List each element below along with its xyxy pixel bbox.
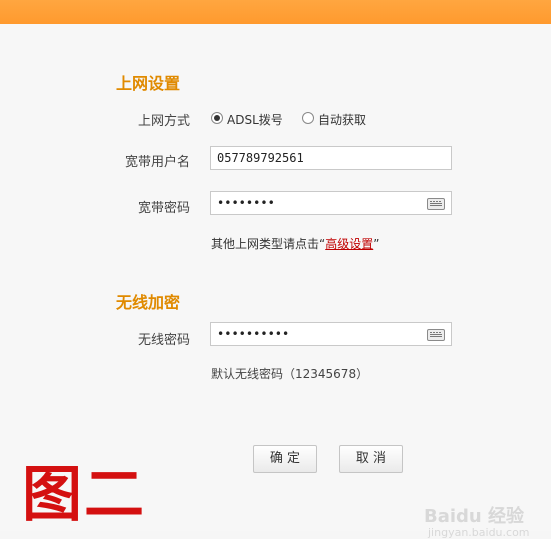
broadband-username-label: 宽带用户名 — [124, 155, 190, 170]
keyboard-icon[interactable] — [427, 198, 445, 210]
baidu-watermark-url: jingyan.baidu.com — [428, 526, 530, 539]
settings-panel: 上网设置 上网方式 ADSL拨号 自动获取 宽带用户名 057789792561… — [0, 24, 551, 539]
radio-adsl-label[interactable]: ADSL拨号 — [227, 111, 283, 128]
cancel-button[interactable]: 取 消 — [339, 445, 403, 473]
radio-adsl-indicator[interactable] — [211, 112, 223, 124]
broadband-password-label: 宽带密码 — [137, 201, 190, 216]
internet-settings-title: 上网设置 — [116, 74, 181, 93]
broadband-password-input[interactable]: •••••••• — [210, 191, 452, 215]
confirm-button[interactable]: 确 定 — [253, 445, 317, 473]
wireless-password-input[interactable]: •••••••••• — [210, 322, 452, 346]
wireless-password-value: •••••••••• — [217, 327, 290, 341]
wireless-password-label: 无线密码 — [137, 333, 190, 348]
connection-method-label: 上网方式 — [137, 114, 190, 129]
hint-suffix: ” — [373, 237, 380, 251]
radio-auto-label[interactable]: 自动获取 — [318, 111, 366, 128]
advanced-settings-hint: 其他上网类型请点击“高级设置” — [211, 235, 379, 252]
default-wireless-password-hint: 默认无线密码（12345678） — [211, 367, 369, 381]
keyboard-icon[interactable] — [427, 329, 445, 341]
advanced-settings-link[interactable]: 高级设置 — [325, 237, 373, 251]
broadband-password-value: •••••••• — [217, 196, 275, 210]
figure-annotation: 图二 — [22, 460, 146, 530]
top-bar — [0, 0, 551, 24]
radio-auto-indicator[interactable] — [302, 112, 314, 124]
wireless-encryption-title: 无线加密 — [116, 293, 181, 312]
hint-prefix: 其他上网类型请点击“ — [211, 237, 326, 251]
broadband-username-input[interactable]: 057789792561 — [210, 146, 452, 170]
baidu-watermark-logo: Baidu 经验 — [424, 506, 525, 527]
